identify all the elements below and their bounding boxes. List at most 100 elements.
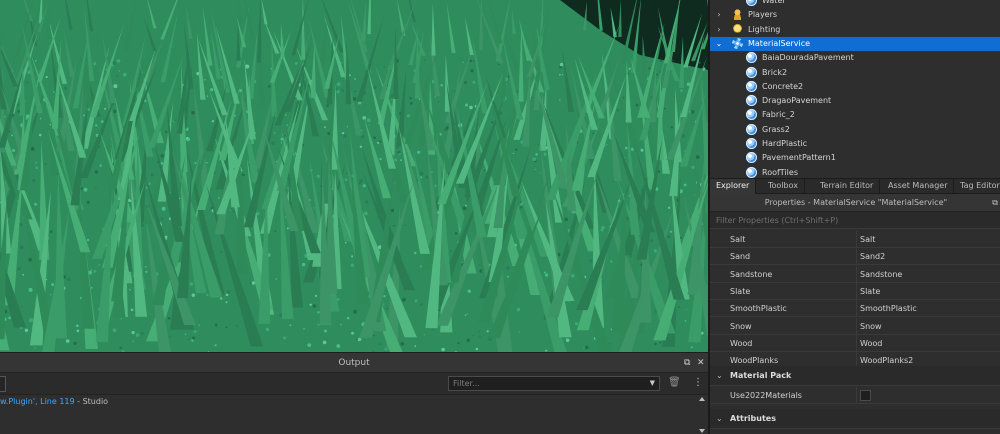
property-value[interactable]: Sandstone — [860, 266, 902, 283]
property-value[interactable]: Sand2 — [860, 248, 885, 265]
column-divider — [856, 265, 857, 283]
ground-speck — [35, 161, 38, 164]
chevron-right-icon[interactable]: › — [714, 8, 724, 22]
property-name: Use2022Materials — [730, 391, 802, 400]
property-value[interactable]: Slate — [860, 283, 880, 300]
ground-speck — [404, 224, 406, 226]
3d-viewport[interactable] — [0, 0, 708, 352]
property-row-use2022materials[interactable]: Use2022Materials — [710, 387, 1000, 404]
ground-speck — [95, 187, 97, 190]
ground-speck — [353, 309, 358, 314]
log-text: - Studio — [74, 397, 109, 406]
property-row[interactable]: Slate Slate — [710, 282, 1000, 300]
property-row[interactable]: Sandstone Sandstone — [710, 265, 1000, 283]
ground-speck — [145, 266, 147, 268]
explorer-item[interactable]: DragaoPavement — [710, 94, 1000, 108]
ground-speck — [466, 338, 470, 342]
explorer-item[interactable]: Water — [710, 0, 1000, 8]
ground-speck — [515, 148, 518, 151]
material-pack-section[interactable]: ⌄ Material Pack — [710, 366, 1000, 386]
ground-speck — [355, 338, 358, 341]
ground-speck — [76, 329, 80, 333]
tab-explorer[interactable]: Explorer — [710, 179, 757, 194]
ground-speck — [673, 96, 676, 98]
tab-terrain-editor[interactable]: Terrain Editor — [814, 179, 881, 194]
chevron-down-icon[interactable]: ⌄ — [714, 37, 724, 51]
log-source-link[interactable]: w.Plugin', Line 119 — [0, 397, 75, 406]
ground-speck — [83, 187, 88, 192]
output-log-line[interactable]: w.Plugin', Line 119 - Studio — [0, 397, 108, 406]
ground-speck — [191, 293, 195, 297]
property-row[interactable]: Snow Snow — [710, 317, 1000, 335]
property-row[interactable]: SmoothPlastic SmoothPlastic — [710, 300, 1000, 318]
ground-speck — [431, 171, 433, 173]
ground-speck — [126, 60, 128, 62]
explorer-item[interactable]: › Lighting — [710, 23, 1000, 37]
ground-speck — [684, 320, 687, 322]
ground-speck — [145, 186, 148, 189]
ground-speck — [336, 344, 341, 348]
explorer-item[interactable]: Concrete2 — [710, 80, 1000, 94]
explorer-item[interactable]: ⌄ MaterialService — [710, 36, 1000, 51]
property-row[interactable]: Wood Wood — [710, 334, 1000, 352]
close-icon[interactable]: ✕ — [697, 353, 705, 373]
undock-icon[interactable]: ⧉ — [992, 194, 998, 212]
ground-speck — [241, 173, 245, 177]
explorer-item[interactable]: PavementPattern1 — [710, 151, 1000, 165]
ground-speck — [94, 170, 99, 174]
ground-speck — [86, 238, 90, 242]
property-name: Sand — [730, 252, 751, 262]
tab-tag-editor[interactable]: Tag Editor — [954, 179, 1000, 194]
ground-speck — [309, 303, 312, 306]
chevron-down-icon[interactable]: ⌄ — [716, 409, 723, 429]
ground-speck — [256, 212, 260, 216]
ground-speck — [475, 347, 479, 351]
material-variant-icon — [746, 109, 757, 121]
ground-speck — [191, 110, 195, 115]
attributes-section[interactable]: ⌄ Attributes — [710, 409, 1000, 429]
tab-toolbox[interactable]: Toolbox — [762, 179, 805, 194]
ground-speck — [540, 172, 542, 174]
chevron-down-icon[interactable]: ▼ — [650, 377, 655, 390]
ground-speck — [131, 330, 135, 335]
property-row[interactable]: Sand Sand2 — [710, 248, 1000, 266]
ground-speck — [441, 347, 445, 352]
ground-speck — [654, 342, 657, 346]
undock-icon[interactable]: ⧉ — [684, 353, 690, 373]
ground-speck — [694, 194, 696, 196]
property-value[interactable]: Snow — [860, 318, 882, 335]
trash-icon[interactable]: 🗑 — [668, 377, 681, 388]
output-scrollbar[interactable] — [698, 397, 706, 433]
property-value[interactable]: SmoothPlastic — [860, 300, 917, 317]
ground-speck — [417, 150, 421, 154]
material-variant-icon — [746, 80, 757, 92]
ground-speck — [505, 83, 508, 86]
chevron-down-icon[interactable]: ⌄ — [716, 366, 723, 386]
explorer-item[interactable]: Grass2 — [710, 123, 1000, 137]
explorer-item[interactable]: BaiaDouradaPavement — [710, 51, 1000, 65]
property-value[interactable]: Salt — [860, 231, 875, 248]
ground-speck — [462, 61, 464, 63]
explorer-item[interactable]: RoofTiles — [710, 166, 1000, 178]
ground-speck — [67, 277, 71, 282]
ground-speck — [98, 264, 100, 266]
property-value[interactable]: Wood — [860, 335, 882, 352]
explorer-item[interactable]: Fabric_2 — [710, 108, 1000, 122]
output-filter-input[interactable]: Filter... ▼ — [448, 376, 660, 391]
properties-filter-input[interactable]: Filter Properties (Ctrl+Shift+P) — [710, 212, 1000, 229]
explorer-item-label: DragaoPavement — [762, 96, 832, 106]
chevron-right-icon[interactable]: › — [714, 23, 724, 37]
output-context-dropdown[interactable] — [0, 376, 6, 392]
more-menu-icon[interactable]: ⋮ — [693, 377, 703, 388]
material-pack-label: Material Pack — [730, 371, 792, 380]
ground-speck — [532, 157, 537, 162]
tab-asset-manager[interactable]: Asset Manager — [882, 179, 955, 194]
property-row[interactable]: Salt Salt — [710, 231, 1000, 248]
ground-speck — [38, 133, 42, 137]
explorer-item[interactable]: Brick2 — [710, 66, 1000, 80]
ground-speck — [20, 245, 24, 250]
explorer-item[interactable]: HardPlastic — [710, 137, 1000, 151]
ground-speck — [198, 324, 201, 327]
explorer-item[interactable]: › Players — [710, 8, 1000, 22]
use2022materials-checkbox[interactable] — [860, 390, 871, 401]
